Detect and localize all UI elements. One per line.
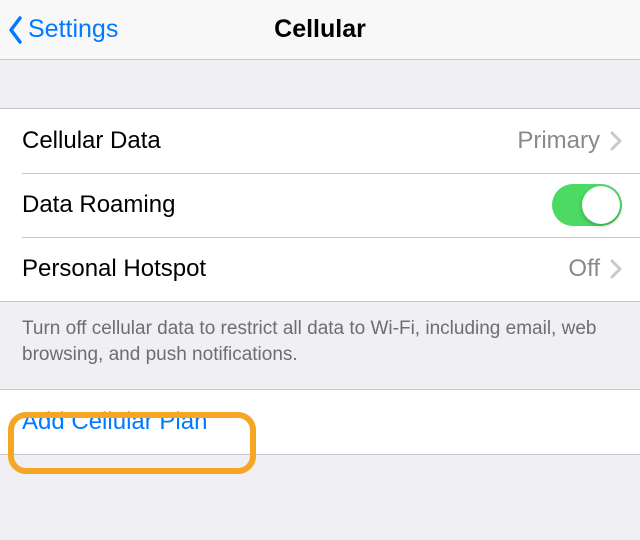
add-cellular-plan-label: Add Cellular Plan	[22, 408, 622, 436]
navbar: Settings Cellular	[0, 0, 640, 60]
toggle-knob	[582, 186, 620, 224]
page-title: Cellular	[0, 15, 640, 44]
spacer	[0, 60, 640, 108]
cellular-section: Cellular Data Primary Data Roaming Perso…	[0, 108, 640, 302]
add-cellular-plan-row[interactable]: Add Cellular Plan	[0, 390, 640, 454]
cellular-data-row[interactable]: Cellular Data Primary	[0, 109, 640, 173]
add-plan-section: Add Cellular Plan	[0, 389, 640, 455]
personal-hotspot-value: Off	[568, 255, 600, 283]
personal-hotspot-label: Personal Hotspot	[22, 255, 568, 283]
chevron-right-icon	[610, 259, 622, 279]
data-roaming-label: Data Roaming	[22, 191, 552, 219]
section-footer: Turn off cellular data to restrict all d…	[0, 302, 640, 389]
chevron-right-icon	[610, 131, 622, 151]
cellular-data-label: Cellular Data	[22, 127, 517, 155]
data-roaming-row: Data Roaming	[0, 173, 640, 237]
data-roaming-toggle[interactable]	[552, 184, 622, 226]
cellular-data-value: Primary	[517, 127, 600, 155]
personal-hotspot-row[interactable]: Personal Hotspot Off	[0, 237, 640, 301]
